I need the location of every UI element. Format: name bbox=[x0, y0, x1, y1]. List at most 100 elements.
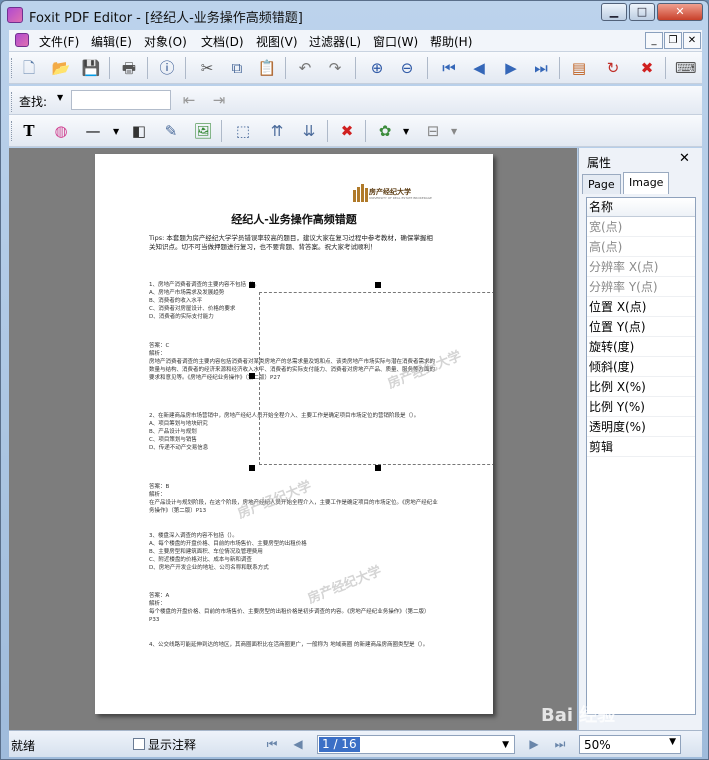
cut-icon[interactable]: ✂ bbox=[197, 58, 217, 78]
document-workspace[interactable]: 房产经纪大学 UNIVERSITY OF REAL ESTATE BROKERA… bbox=[9, 148, 577, 730]
line-style-dropdown-icon[interactable]: ▼ bbox=[113, 127, 119, 136]
info-icon[interactable]: ⓘ bbox=[157, 58, 177, 78]
toolbar-grip[interactable] bbox=[11, 58, 14, 78]
toolbar-grip[interactable] bbox=[11, 121, 14, 141]
color-picker-icon[interactable]: ◍ bbox=[51, 121, 71, 141]
resize-handle-bottom[interactable] bbox=[375, 465, 381, 471]
find-next-icon[interactable]: ⇥ bbox=[209, 90, 229, 110]
status-last-page-icon[interactable]: ⏭ bbox=[551, 735, 569, 753]
pdf-page[interactable]: 房产经纪大学 UNIVERSITY OF REAL ESTATE BROKERA… bbox=[95, 154, 493, 714]
minimize-button[interactable]: ▁ bbox=[601, 3, 627, 21]
fill-icon[interactable]: ◧ bbox=[129, 121, 149, 141]
mdi-minimize-button[interactable]: _ bbox=[645, 32, 663, 49]
resize-handle-top-left[interactable] bbox=[249, 282, 255, 288]
toolbar-separator bbox=[285, 57, 286, 79]
paste-icon[interactable]: 📋 bbox=[257, 58, 277, 78]
first-page-icon[interactable]: ⏮ bbox=[439, 58, 459, 78]
menu-object[interactable]: 对象(O) bbox=[144, 33, 187, 50]
property-row-scale-x[interactable]: 比例 X(%) bbox=[587, 377, 695, 397]
find-options-dropdown-icon[interactable]: ▼ bbox=[57, 93, 63, 102]
previous-page-icon[interactable]: ◀ bbox=[469, 58, 489, 78]
property-row-scale-y[interactable]: 比例 Y(%) bbox=[587, 397, 695, 417]
mdi-restore-button[interactable]: ❐ bbox=[664, 32, 682, 49]
page-dropdown-icon[interactable]: ▼ bbox=[502, 738, 509, 753]
mdi-close-button[interactable]: ✕ bbox=[683, 32, 701, 49]
last-page-icon[interactable]: ⏭ bbox=[531, 58, 551, 78]
menu-filter[interactable]: 过滤器(L) bbox=[309, 33, 361, 50]
properties-table: 名称 宽(点) 高(点) 分辨率 X(点) 分辨率 Y(点) 位置 X(点) 位… bbox=[586, 197, 696, 715]
property-row-position-y[interactable]: 位置 Y(点) bbox=[587, 317, 695, 337]
save-icon[interactable]: 💾 bbox=[81, 58, 101, 78]
property-row-opacity[interactable]: 透明度(%) bbox=[587, 417, 695, 437]
close-window-button[interactable]: ✕ bbox=[657, 3, 703, 21]
find-previous-icon[interactable]: ⇤ bbox=[179, 90, 199, 110]
app-window: Foxit PDF Editor - [经纪人-业务操作高频错题] ▁ □ ✕ … bbox=[0, 0, 709, 760]
zoom-out-icon[interactable]: ⊖ bbox=[397, 58, 417, 78]
delete-object-icon[interactable]: ✖ bbox=[337, 121, 357, 141]
maximize-button[interactable]: □ bbox=[629, 3, 655, 21]
toolbar-grip[interactable] bbox=[11, 92, 14, 112]
property-row-skew[interactable]: 倾斜(度) bbox=[587, 357, 695, 377]
title-bar: Foxit PDF Editor - [经纪人-业务操作高频错题] ▁ □ ✕ bbox=[1, 1, 708, 29]
find-input[interactable] bbox=[71, 90, 171, 110]
property-row-rotation[interactable]: 旋转(度) bbox=[587, 337, 695, 357]
resize-handle-bottom-left[interactable] bbox=[249, 465, 255, 471]
page-number-field[interactable]: 1 / 16 ▼ bbox=[317, 735, 515, 754]
add-text-icon[interactable]: T bbox=[19, 121, 39, 141]
tab-page[interactable]: Page bbox=[582, 174, 621, 194]
resize-handle-top[interactable] bbox=[375, 282, 381, 288]
toolbar-separator bbox=[327, 120, 328, 142]
menu-document[interactable]: 文档(D) bbox=[201, 33, 244, 50]
property-row-resolution-x: 分辨率 X(点) bbox=[587, 257, 695, 277]
next-page-icon[interactable]: ▶ bbox=[501, 58, 521, 78]
menu-help[interactable]: 帮助(H) bbox=[430, 33, 472, 50]
toolbar-separator bbox=[109, 57, 110, 79]
window-title: Foxit PDF Editor - [经纪人-业务操作高频错题] bbox=[29, 11, 303, 26]
status-next-page-icon[interactable]: ▶ bbox=[525, 735, 543, 753]
add-image-icon[interactable]: 🖼 bbox=[193, 121, 213, 141]
open-folder-icon[interactable]: 📂 bbox=[51, 58, 71, 78]
menu-window[interactable]: 窗口(W) bbox=[373, 33, 418, 50]
toolbar-separator bbox=[221, 120, 222, 142]
question-3: 3、楼盘深入调查的内容不包括（）。 A、每个楼盘的开盘价格、目前的市场售价、主要… bbox=[149, 533, 307, 571]
toolbar-separator bbox=[147, 57, 148, 79]
properties-panel: 属性 ✕ Page Image 名称 宽(点) 高(点) 分辨率 X(点) 分辨… bbox=[578, 148, 702, 730]
toolbar-separator bbox=[427, 57, 428, 79]
tab-image[interactable]: Image bbox=[623, 172, 670, 194]
print-icon[interactable]: 🖶 bbox=[119, 58, 139, 78]
zoom-select[interactable]: 50% ▼ bbox=[579, 735, 681, 754]
line-style-icon[interactable]: — bbox=[83, 121, 103, 141]
zoom-dropdown-icon[interactable]: ▼ bbox=[669, 737, 676, 747]
close-panel-icon[interactable]: ✕ bbox=[679, 151, 690, 166]
page-properties-icon[interactable]: ▤ bbox=[569, 58, 589, 78]
redo-icon[interactable]: ↷ bbox=[325, 58, 345, 78]
move-up-icon[interactable]: ⇈ bbox=[267, 121, 287, 141]
image-selection-box[interactable] bbox=[259, 292, 493, 465]
menu-file[interactable]: 文件(F) bbox=[39, 33, 79, 50]
align-icon[interactable]: ⊟ bbox=[423, 121, 443, 141]
resize-handle-left[interactable] bbox=[249, 373, 255, 379]
arrange-dropdown-icon[interactable]: ▼ bbox=[403, 127, 409, 136]
show-annotations-checkbox[interactable] bbox=[133, 738, 145, 750]
status-previous-page-icon[interactable]: ◀ bbox=[289, 735, 307, 753]
rotate-page-icon[interactable]: ↻ bbox=[603, 58, 623, 78]
menu-view[interactable]: 视图(V) bbox=[256, 33, 298, 50]
select-object-icon[interactable]: ⬚ bbox=[233, 121, 253, 141]
property-row-resolution-y: 分辨率 Y(点) bbox=[587, 277, 695, 297]
align-dropdown-icon[interactable]: ▼ bbox=[451, 127, 457, 136]
menu-edit[interactable]: 编辑(E) bbox=[91, 33, 132, 50]
delete-page-icon[interactable]: ✖ bbox=[637, 58, 657, 78]
edit-object-icon[interactable]: ✎ bbox=[161, 121, 181, 141]
properties-header-name[interactable]: 名称 bbox=[587, 198, 695, 217]
copy-icon[interactable]: ⧉ bbox=[227, 58, 247, 78]
move-down-icon[interactable]: ⇊ bbox=[299, 121, 319, 141]
new-file-icon[interactable]: 🗋 bbox=[19, 58, 39, 78]
arrange-icon[interactable]: ✿ bbox=[375, 121, 395, 141]
zoom-in-icon[interactable]: ⊕ bbox=[367, 58, 387, 78]
status-first-page-icon[interactable]: ⏮ bbox=[263, 735, 281, 753]
property-row-clip[interactable]: 剪辑 bbox=[587, 437, 695, 457]
undo-icon[interactable]: ↶ bbox=[295, 58, 315, 78]
toolbar-separator bbox=[365, 120, 366, 142]
keyboard-icon[interactable]: ⌨ bbox=[675, 58, 697, 78]
property-row-position-x[interactable]: 位置 X(点) bbox=[587, 297, 695, 317]
